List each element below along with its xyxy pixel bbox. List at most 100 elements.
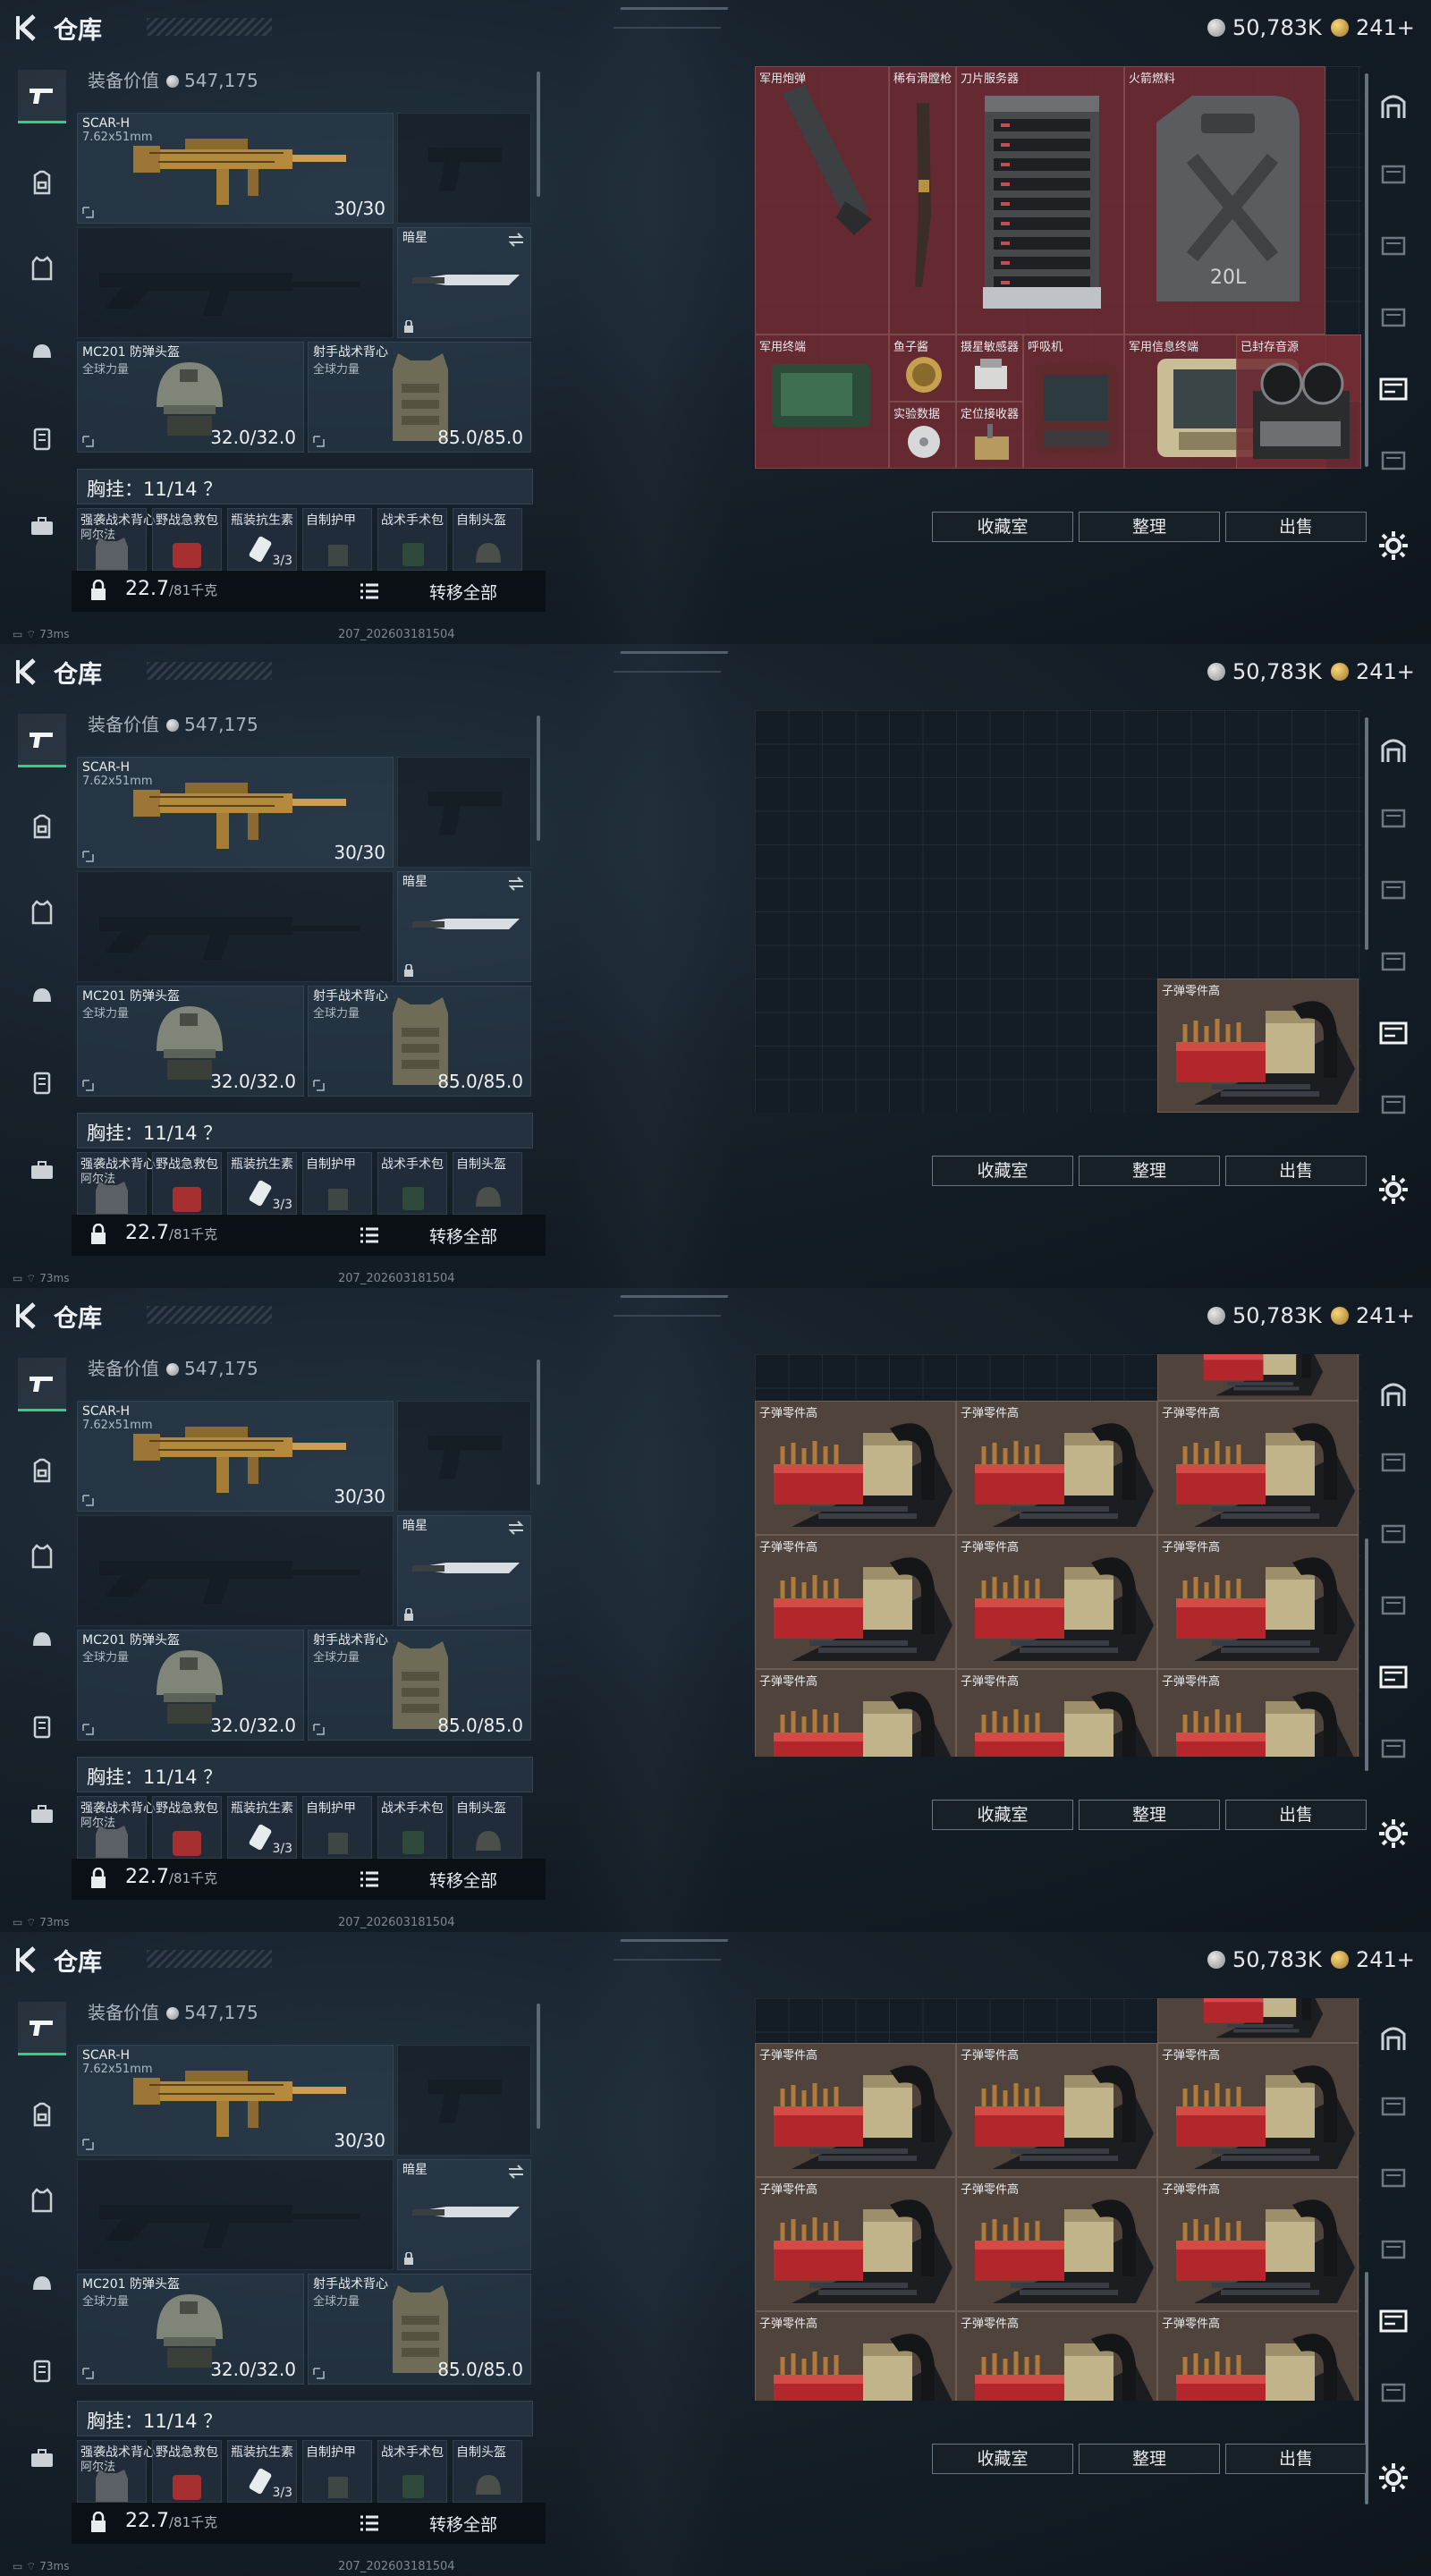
shelf-icon[interactable] (1377, 2376, 1410, 2408)
nav-backpack[interactable] (18, 156, 66, 209)
gold-balance[interactable]: 241+ (1331, 1301, 1415, 1331)
storage-item[interactable]: 子弹零件高 (1157, 1535, 1359, 1669)
shelf-icon[interactable] (1377, 1732, 1410, 1764)
nav-armor[interactable] (18, 242, 66, 295)
helmet-slot[interactable]: MC201 防弹头盔 全球力量 32.0/32.0 (77, 986, 304, 1097)
storage-item[interactable]: 呼吸机 (1023, 335, 1124, 469)
chest-rig-header[interactable]: 胸挂：11/14 ？ (77, 1113, 533, 1148)
storage-item[interactable]: 子弹零件高 (956, 2177, 1157, 2311)
equipment-scrollbar[interactable] (537, 72, 540, 197)
gold-balance[interactable]: 241+ (1331, 13, 1415, 43)
storage-item[interactable]: 子弹零件高 (1157, 1401, 1359, 1535)
rig-pouch-slot[interactable]: 野战急救包 (152, 2440, 222, 2503)
rig-pouch-slot[interactable]: 瓶装抗生素 3/3 (227, 1796, 297, 1859)
gold-balance[interactable]: 241+ (1331, 657, 1415, 687)
nav-rig[interactable] (18, 1699, 66, 1753)
nav-helmet[interactable] (18, 970, 66, 1023)
nav-armor[interactable] (18, 886, 66, 939)
swap-icon[interactable] (507, 232, 525, 248)
nav-rig[interactable] (18, 2343, 66, 2397)
nav-helmet[interactable] (18, 326, 66, 379)
rig-pouch-slot[interactable]: 自制头盔 (453, 1152, 522, 1215)
settings-icon[interactable] (1377, 1174, 1410, 1206)
primary-weapon-slot[interactable]: SCAR-H 7.62x51mm 30/30 (77, 2045, 394, 2156)
collection-button[interactable]: 收藏室 (932, 512, 1073, 542)
rig-pouch-slot[interactable]: 自制护甲 (302, 1152, 372, 1215)
storage-grid[interactable]: 子弹零件高 子弹零件高 子弹零件高 子弹零件高 子弹零件高 子弹零件高 子弹零件高 子弹零件高… (755, 1354, 1361, 1757)
secondary-weapon-slot-empty[interactable] (77, 227, 394, 338)
swap-icon[interactable] (507, 2164, 525, 2180)
primary-weapon-slot[interactable]: SCAR-H 7.62x51mm 30/30 (77, 757, 394, 868)
sell-button[interactable]: 出售 (1225, 1156, 1367, 1186)
storage-item[interactable]: 定位接收器 (956, 402, 1023, 469)
shelf-icon[interactable] (1377, 1445, 1410, 1478)
selected-shelf-icon[interactable] (1377, 1660, 1410, 1692)
archway-icon[interactable] (1377, 89, 1410, 122)
nav-armor[interactable] (18, 2174, 66, 2227)
back-arrow-icon[interactable] (14, 1301, 41, 1331)
primary-weapon-slot[interactable]: SCAR-H 7.62x51mm 30/30 (77, 1401, 394, 1512)
storage-item[interactable]: 子弹零件高 (1157, 2311, 1359, 2401)
storage-item[interactable]: 实验数据 (889, 402, 956, 469)
shelf-icon[interactable] (1377, 801, 1410, 834)
sort-button[interactable]: 整理 (1079, 2444, 1220, 2474)
rig-pouch-slot[interactable]: 强袭战术背心 阿尔法 (77, 1152, 156, 1215)
list-icon[interactable] (360, 1871, 379, 1887)
selected-shelf-icon[interactable] (1377, 372, 1410, 404)
armor-slot[interactable]: 射手战术背心 全球力量 85.0/85.0 (308, 986, 531, 1097)
chest-rig-header[interactable]: 胸挂：11/14 ？ (77, 469, 533, 504)
melee-slot[interactable]: 暗星 (397, 871, 531, 982)
rig-pouch-slot[interactable]: 强袭战术背心 阿尔法 (77, 1796, 156, 1859)
nav-helmet[interactable] (18, 1614, 66, 1667)
nav-case[interactable] (18, 2431, 66, 2485)
sort-button[interactable]: 整理 (1079, 1800, 1220, 1830)
nav-backpack[interactable] (18, 800, 66, 853)
secondary-weapon-slot-empty[interactable] (77, 871, 394, 982)
rig-pouch-slot[interactable]: 野战急救包 (152, 508, 222, 571)
storage-item[interactable]: 子弹零件高 (755, 1401, 956, 1535)
selected-shelf-icon[interactable] (1377, 2304, 1410, 2336)
settings-icon[interactable] (1377, 530, 1410, 562)
archway-icon[interactable] (1377, 733, 1410, 766)
storage-item[interactable]: 刀片服务器 (956, 66, 1124, 335)
storage-scrollbar[interactable] (1365, 717, 1368, 950)
storage-item[interactable]: 子弹零件高 (956, 2311, 1157, 2401)
melee-slot[interactable]: 暗星 (397, 2159, 531, 2270)
transfer-all-button[interactable]: 转移全部 (429, 580, 497, 604)
storage-item[interactable]: 子弹零件高 (1157, 2177, 1359, 2311)
sell-button[interactable]: 出售 (1225, 2444, 1367, 2474)
rig-pouch-slot[interactable]: 自制护甲 (302, 2440, 372, 2503)
storage-item[interactable]: 子弹零件高 (956, 1669, 1157, 1757)
storage-scrollbar[interactable] (1365, 1538, 1368, 1771)
storage-grid[interactable]: 军用炮弹 稀有滑膛枪 刀片服务器 火箭燃料 20L 军用终端 鱼子酱 摄星敏感器 实验数据 定位接… (755, 66, 1361, 469)
nav-rig[interactable] (18, 411, 66, 465)
shelf-icon[interactable] (1377, 444, 1410, 476)
storage-item[interactable]: 稀有滑膛枪 (889, 66, 956, 335)
storage-item[interactable]: 军用炮弹 (755, 66, 889, 335)
rig-pouch-slot[interactable]: 瓶装抗生素 3/3 (227, 508, 297, 571)
shelf-icon[interactable] (1377, 301, 1410, 333)
rig-pouch-slot[interactable]: 强袭战术背心 阿尔法 (77, 508, 156, 571)
pistol-slot-empty[interactable] (397, 113, 531, 224)
settings-icon[interactable] (1377, 1818, 1410, 1850)
equipment-scrollbar[interactable] (537, 2004, 540, 2129)
sell-button[interactable]: 出售 (1225, 512, 1367, 542)
storage-scrollbar[interactable] (1365, 73, 1368, 467)
rig-pouch-slot[interactable]: 战术手术包 (377, 2440, 447, 2503)
collection-button[interactable]: 收藏室 (932, 1800, 1073, 1830)
back-arrow-icon[interactable] (14, 657, 41, 687)
helmet-slot[interactable]: MC201 防弹头盔 全球力量 32.0/32.0 (77, 342, 304, 453)
rig-pouch-slot[interactable]: 战术手术包 (377, 1152, 447, 1215)
storage-item[interactable]: 子弹零件高 (755, 2177, 956, 2311)
nav-rig[interactable] (18, 1055, 66, 1109)
nav-armor[interactable] (18, 1530, 66, 1583)
storage-item[interactable]: 鱼子酱 (889, 335, 956, 402)
nav-weapons[interactable] (18, 2002, 66, 2055)
back-arrow-icon[interactable] (14, 1945, 41, 1975)
storage-item[interactable]: 军用终端 (755, 335, 889, 469)
transfer-all-button[interactable]: 转移全部 (429, 1868, 497, 1892)
rig-pouch-slot[interactable]: 瓶装抗生素 3/3 (227, 2440, 297, 2503)
primary-weapon-slot[interactable]: SCAR-H 7.62x51mm 30/30 (77, 113, 394, 224)
rig-pouch-slot[interactable]: 野战急救包 (152, 1152, 222, 1215)
shelf-icon[interactable] (1377, 2161, 1410, 2193)
